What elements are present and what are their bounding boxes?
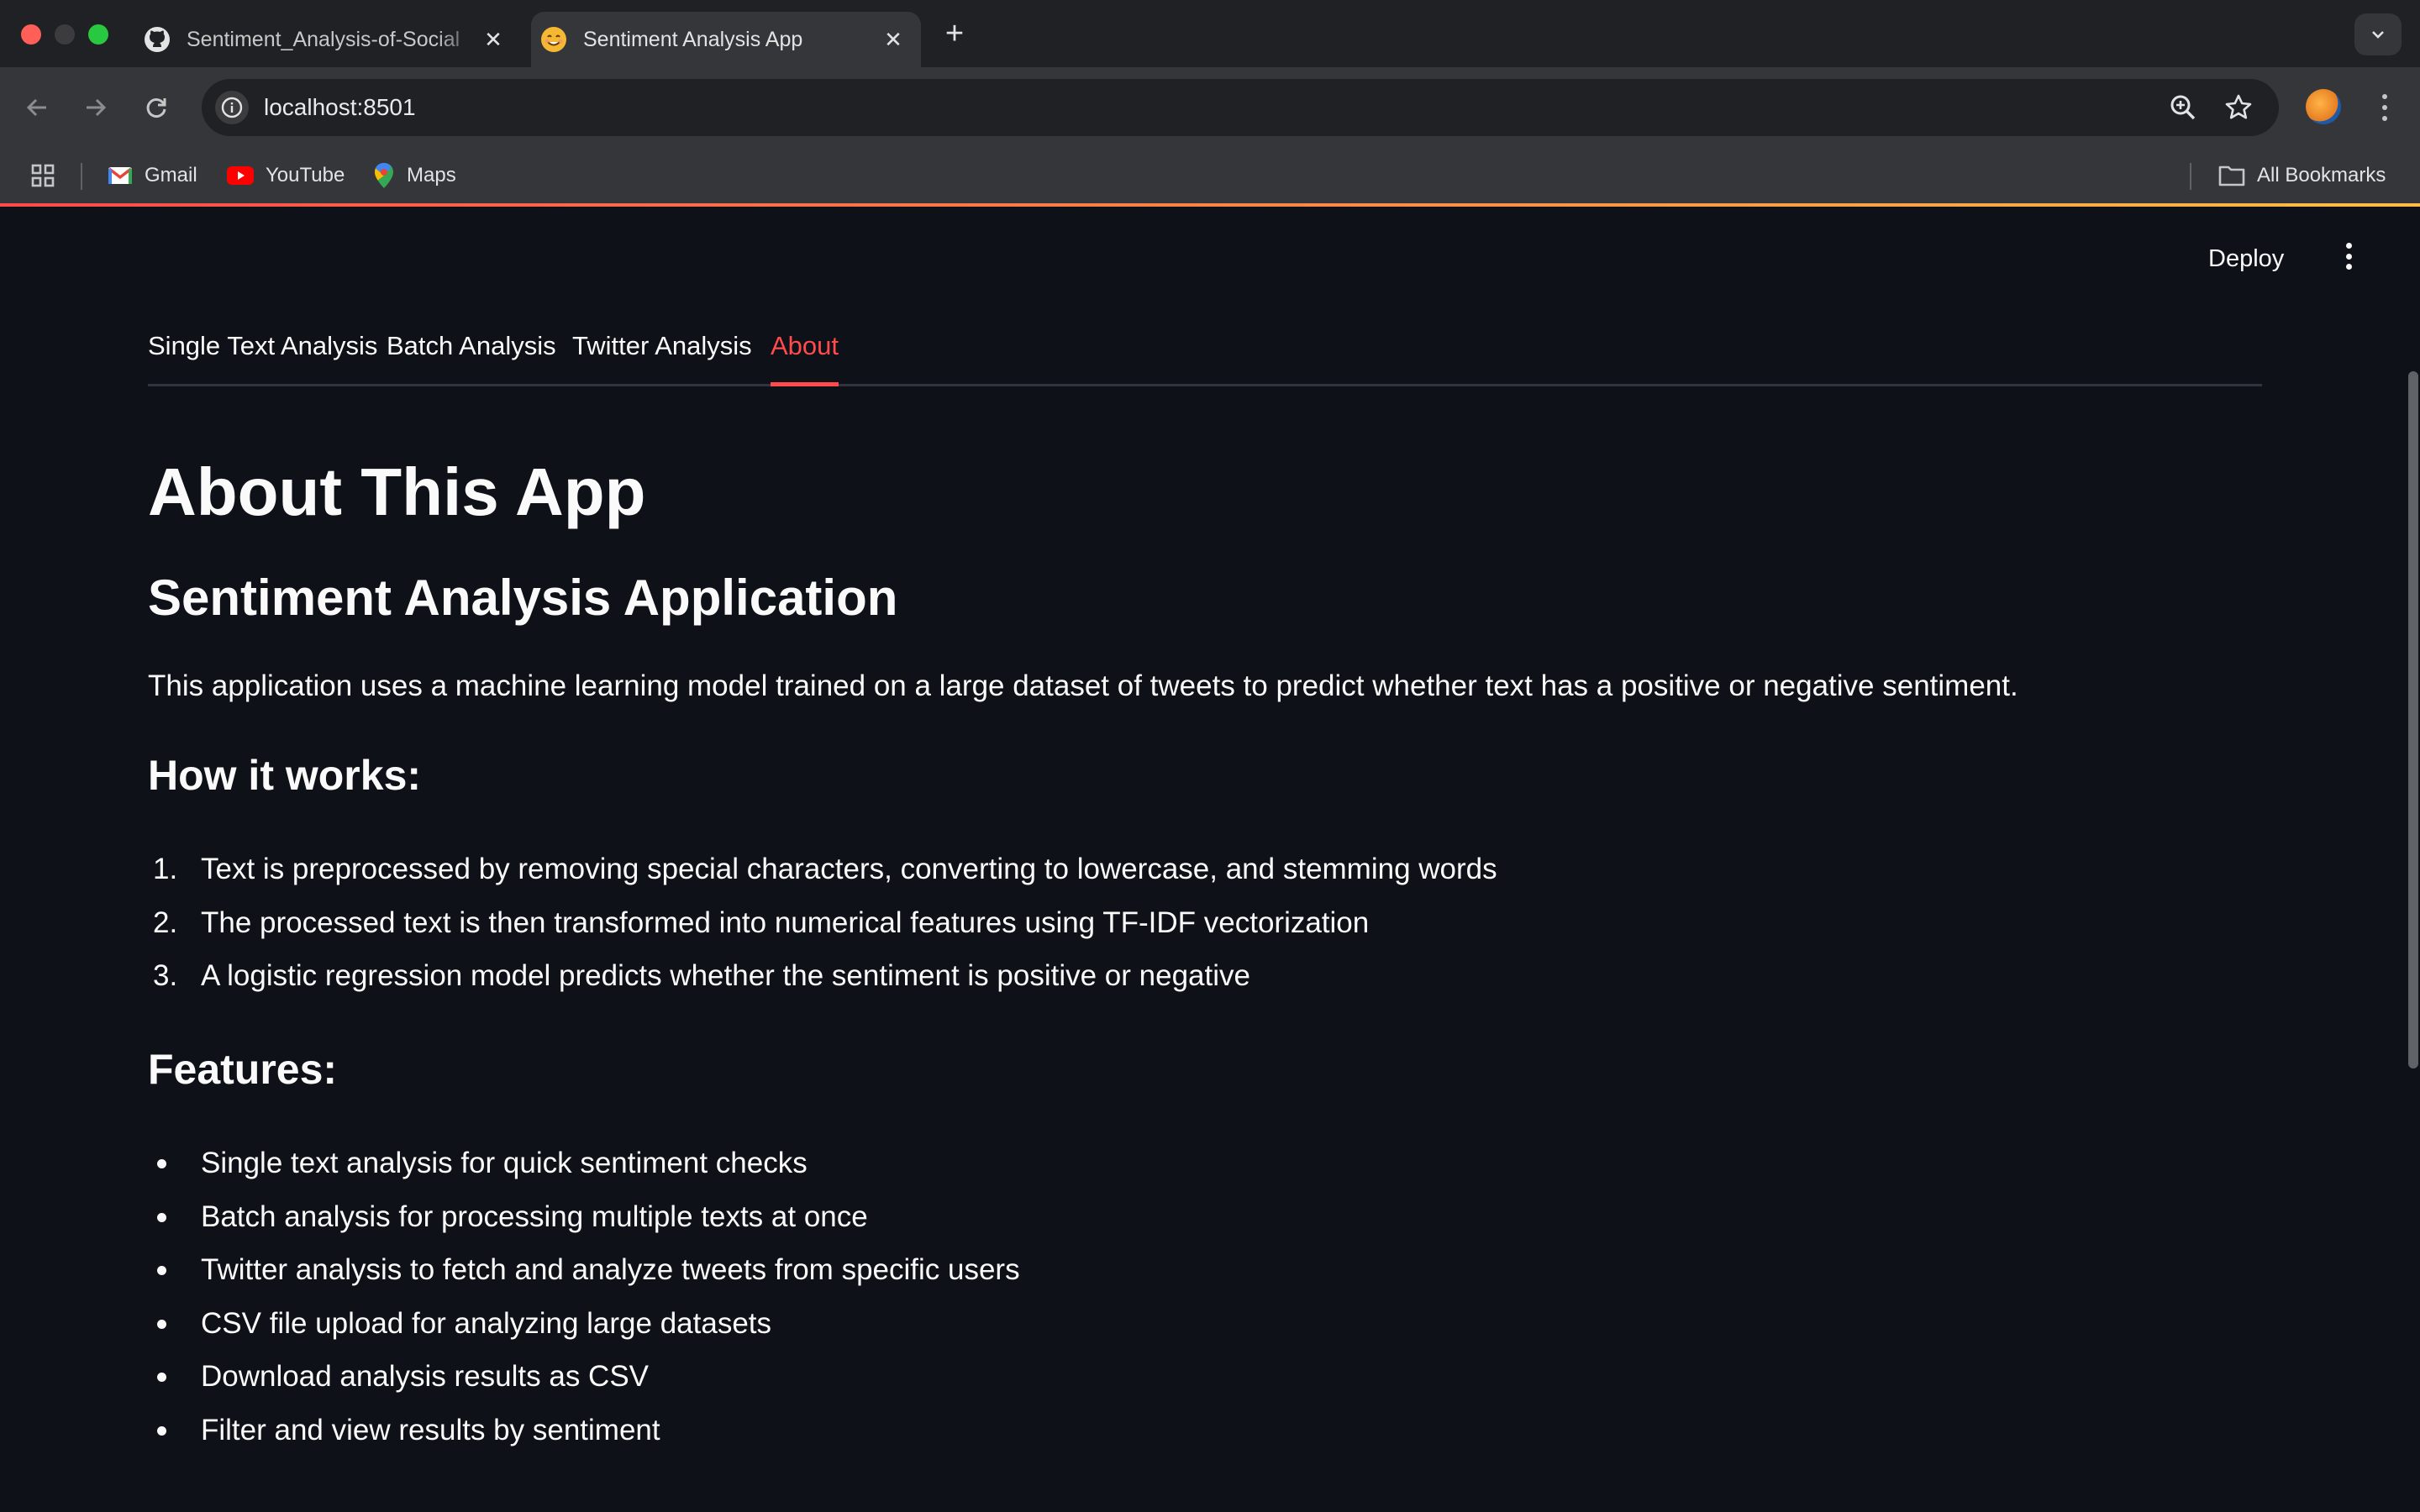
tab-title: Sentiment Analysis App: [583, 27, 803, 51]
arrow-right-icon: [87, 98, 107, 117]
maps-icon: [373, 162, 395, 189]
profile-avatar[interactable]: [2306, 89, 2341, 124]
bookmark-label: Maps: [407, 164, 456, 186]
tab-about[interactable]: About: [771, 316, 839, 386]
bullet-icon: [157, 1425, 166, 1436]
list-number: 3.: [153, 959, 178, 992]
bullet-icon: [157, 1212, 166, 1222]
app-main-menu-icon[interactable]: [2336, 239, 2361, 274]
list-item-text: Batch analysis for processing multiple t…: [201, 1200, 868, 1233]
bookmark-gmail[interactable]: Gmail: [108, 148, 197, 203]
how-it-works-heading: How it works:: [148, 752, 422, 799]
reload-icon: [146, 98, 166, 118]
bookmark-label: Gmail: [145, 164, 197, 186]
all-bookmarks-label: All Bookmarks: [2257, 164, 2386, 186]
bookmark-maps[interactable]: Maps: [373, 148, 456, 203]
browser-tab-sentiment-app[interactable]: Sentiment Analysis App ✕: [531, 12, 921, 67]
bookmark-star-icon[interactable]: [2223, 92, 2254, 127]
bullet-icon: [157, 1159, 166, 1168]
section-title: Sentiment Analysis Application: [148, 570, 898, 626]
arrow-left-icon: [26, 98, 46, 117]
smiley-emoji-icon: [539, 25, 568, 54]
list-item-text: A logistic regression model predicts whe…: [201, 959, 1250, 992]
app-description: This application uses a machine learning…: [148, 669, 2018, 702]
youtube-icon: [227, 165, 254, 186]
close-tab-icon[interactable]: ✕: [881, 27, 906, 52]
window-zoom-button[interactable]: [88, 24, 108, 45]
list-item-text: The processed text is then transformed i…: [201, 906, 1370, 939]
browser-toolbar: localhost:8501: [0, 67, 2420, 148]
list-item-text: Download analysis results as CSV: [201, 1360, 650, 1393]
browser-tabstrip: Sentiment_Analysis-of-Social ✕ Sentiment…: [0, 0, 2420, 67]
list-number: 1.: [153, 853, 178, 885]
list-item-text: Filter and view results by sentiment: [201, 1413, 660, 1446]
bullet-icon: [157, 1373, 166, 1382]
window-close-button[interactable]: [21, 24, 41, 45]
tab-batch-analysis[interactable]: Batch Analysis: [387, 316, 556, 386]
bookmark-youtube[interactable]: YouTube: [227, 148, 345, 203]
chevron-down-icon: [2372, 31, 2384, 39]
close-tab-icon[interactable]: ✕: [481, 27, 506, 52]
list-item-text: Twitter analysis to fetch and analyze tw…: [201, 1253, 1020, 1286]
page-title: About This App: [148, 454, 646, 529]
url-text: localhost:8501: [264, 94, 416, 120]
tab-twitter-analysis[interactable]: Twitter Analysis: [572, 316, 752, 386]
bookmark-label: YouTube: [266, 164, 345, 186]
site-info-icon[interactable]: [215, 91, 249, 124]
forward-button[interactable]: [81, 92, 111, 123]
new-tab-button[interactable]: +: [939, 18, 970, 50]
app-main: Deploy Single Text Analysis Batch Analys…: [0, 207, 2420, 1512]
browser-tab-github[interactable]: Sentiment_Analysis-of-Social ✕: [134, 12, 521, 67]
bullet-icon: [157, 1319, 166, 1329]
bullet-icon: [157, 1266, 166, 1275]
tab-search-button[interactable]: [2354, 13, 2402, 55]
list-number: 2.: [153, 906, 178, 939]
tab-single-text-analysis[interactable]: Single Text Analysis: [148, 316, 377, 386]
app-tab-bar: Single Text Analysis Batch Analysis Twit…: [148, 316, 2262, 386]
zoom-icon[interactable]: [2168, 92, 2198, 127]
list-item-text: Single text analysis for quick sentiment…: [201, 1147, 808, 1179]
tab-title: Sentiment_Analysis-of-Social: [187, 27, 460, 51]
folder-icon: [2218, 164, 2245, 187]
browser-menu-icon[interactable]: [2370, 91, 2400, 124]
bookmarks-divider: [81, 163, 82, 190]
window-minimize-button[interactable]: [55, 24, 75, 45]
all-bookmarks-button[interactable]: All Bookmarks: [2218, 148, 2386, 203]
address-bar[interactable]: localhost:8501: [202, 79, 2279, 136]
gmail-icon: [108, 165, 133, 186]
bookmarks-bar: Gmail YouTube Maps All Bookmarks: [0, 148, 2420, 203]
deploy-button[interactable]: Deploy: [2208, 245, 2284, 273]
reload-button[interactable]: [141, 92, 171, 123]
page-scrollbar[interactable]: [2408, 371, 2418, 1068]
bookmarks-divider: [2190, 163, 2191, 190]
back-button[interactable]: [22, 92, 52, 123]
list-item-text: Text is preprocessed by removing special…: [201, 853, 1497, 885]
list-item-text: CSV file upload for analyzing large data…: [201, 1306, 772, 1340]
features-heading: Features:: [148, 1046, 338, 1093]
apps-grid-icon[interactable]: [30, 148, 55, 203]
github-icon: [143, 25, 171, 54]
